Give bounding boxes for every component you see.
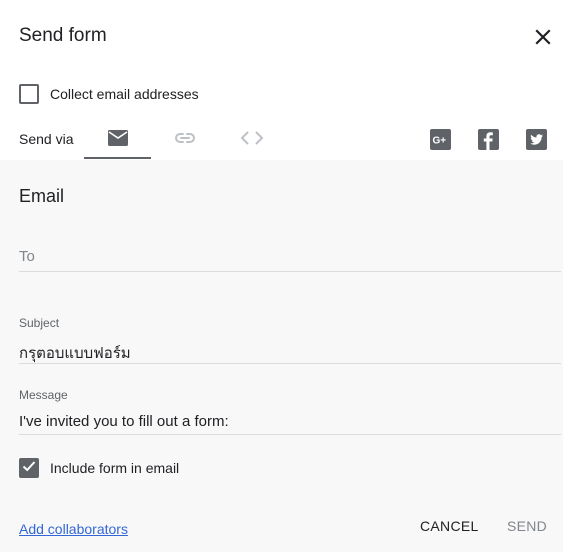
subject-field[interactable]: กรุตอบแบบฟอร์ม — [19, 337, 561, 364]
add-collaborators-link[interactable]: Add collaborators — [19, 521, 128, 537]
dialog-title: Send form — [19, 25, 107, 46]
include-form-label: Include form in email — [50, 460, 180, 476]
share-twitter-button[interactable] — [526, 129, 547, 150]
tab-selected-indicator — [84, 157, 151, 159]
send-via-label: Send via — [19, 131, 74, 147]
email-icon — [107, 129, 129, 152]
include-form-row: Include form in email — [19, 457, 179, 479]
message-label: Message — [19, 388, 68, 402]
checkmark-icon — [21, 458, 37, 479]
collect-emails-row: Collect email addresses — [19, 83, 199, 105]
subject-label: Subject — [19, 316, 60, 330]
collect-emails-label: Collect email addresses — [50, 86, 199, 102]
to-field[interactable]: To — [19, 243, 561, 272]
message-value: I've invited you to fill out a form: — [19, 413, 229, 430]
tab-link[interactable] — [151, 120, 218, 160]
include-form-checkbox[interactable] — [19, 458, 39, 478]
send-button[interactable]: SEND — [507, 518, 547, 534]
facebook-icon — [478, 129, 499, 154]
close-icon[interactable] — [531, 25, 555, 49]
send-form-dialog: Send form Collect email addresses Send v… — [0, 0, 563, 552]
share-facebook-button[interactable] — [478, 129, 499, 150]
email-section-title: Email — [19, 186, 65, 206]
dialog-header: Send form Collect email addresses Send v… — [0, 0, 563, 160]
collect-emails-checkbox[interactable] — [19, 84, 39, 104]
tab-email[interactable] — [84, 120, 151, 160]
twitter-icon — [526, 129, 547, 154]
subject-value: กรุตอบแบบฟอร์ม — [19, 345, 131, 362]
message-field[interactable]: I've invited you to fill out a form: — [19, 409, 561, 435]
cancel-button[interactable]: CANCEL — [420, 518, 479, 534]
to-placeholder: To — [19, 248, 35, 265]
svg-text:G+: G+ — [433, 136, 447, 147]
link-icon — [174, 131, 196, 150]
tab-embed[interactable] — [218, 120, 285, 160]
share-google-plus-button[interactable]: G+ — [430, 129, 451, 150]
embed-code-icon — [240, 130, 264, 151]
google-plus-icon: G+ — [430, 129, 451, 154]
